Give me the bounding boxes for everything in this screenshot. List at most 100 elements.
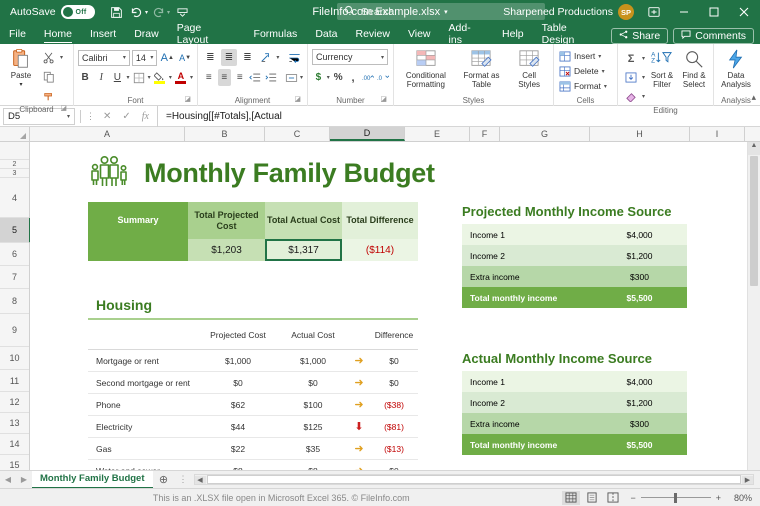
format-painter-icon[interactable]	[40, 87, 58, 104]
add-sheet-icon[interactable]: ⊕	[153, 473, 175, 486]
list-item[interactable]: Extra income $300	[462, 413, 687, 434]
tab-table-design[interactable]: Table Design	[533, 22, 612, 46]
borders-icon[interactable]	[131, 69, 145, 86]
avatar[interactable]: SP	[618, 4, 634, 20]
formula-bar-menu-icon[interactable]: ⋮	[86, 111, 95, 122]
table-row[interactable]: Phone $62 $100 ➜ ($38)	[88, 394, 418, 416]
row-header-3[interactable]: 3	[0, 169, 29, 178]
row-header-11[interactable]: 11	[0, 370, 29, 392]
sheet-next-icon[interactable]: ▶	[16, 475, 32, 484]
borders-chevron-down-icon[interactable]: ▾	[148, 74, 151, 81]
total-projected-value[interactable]: $1,203	[188, 239, 265, 261]
accounting-format-icon[interactable]: $	[312, 69, 325, 86]
scroll-left-icon[interactable]: ◀	[194, 475, 206, 484]
tab-help[interactable]: Help	[493, 24, 533, 44]
bold-button[interactable]: B	[78, 69, 92, 86]
ribbon-display-options-icon[interactable]	[640, 0, 668, 24]
zoom-slider[interactable]	[640, 492, 711, 503]
tab-review[interactable]: Review	[347, 24, 399, 44]
tab-view[interactable]: View	[399, 24, 440, 44]
increase-font-size-icon[interactable]: A ▲	[159, 49, 175, 66]
customize-quick-access-icon[interactable]	[173, 3, 193, 21]
minimize-button[interactable]	[670, 0, 698, 24]
delete-cells-button[interactable]: Delete ▾	[558, 65, 613, 77]
number-dialog-launcher-icon[interactable]: ◪	[380, 94, 387, 105]
close-button[interactable]	[730, 0, 758, 24]
summary-blank-cell[interactable]	[88, 239, 188, 261]
align-top-icon[interactable]: ≣	[202, 49, 219, 66]
copy-icon[interactable]	[40, 68, 58, 85]
table-row[interactable]: Mortgage or rent $1,000 $1,000 ➜ $0	[88, 350, 418, 372]
column-header-d[interactable]: D	[330, 127, 405, 141]
redo-icon[interactable]: ▾	[151, 3, 171, 21]
normal-view-icon[interactable]	[562, 490, 581, 505]
table-row[interactable]: Gas $22 $35 ➜ ($13)	[88, 438, 418, 460]
row-header-1[interactable]	[0, 142, 29, 160]
align-left-icon[interactable]: ≡	[202, 69, 216, 86]
clipboard-chevron-icon[interactable]: ▾	[60, 54, 63, 61]
align-right-icon[interactable]: ≡	[233, 69, 247, 86]
row-header-15[interactable]: 15	[0, 455, 29, 470]
clear-icon[interactable]	[622, 88, 640, 105]
find-select-button[interactable]: Find & Select	[679, 48, 709, 89]
align-center-icon[interactable]: ≡	[217, 69, 231, 86]
table-row[interactable]: Electricity $44 $125 ⬇ ($81)	[88, 416, 418, 438]
column-header-c[interactable]: C	[265, 127, 330, 141]
conditional-formatting-button[interactable]: Conditional Formatting	[400, 48, 452, 89]
row-header-4[interactable]: 4	[0, 178, 29, 218]
zoom-out-button[interactable]: −	[630, 493, 635, 503]
column-header-f[interactable]: F	[470, 127, 500, 141]
tab-home[interactable]: Home	[35, 24, 81, 44]
total-difference-value[interactable]: ($114)	[342, 239, 418, 261]
tab-insert[interactable]: Insert	[81, 24, 125, 44]
column-header-h[interactable]: H	[590, 127, 690, 141]
row-header-13[interactable]: 13	[0, 413, 29, 434]
page-layout-icon[interactable]	[583, 491, 601, 505]
row-header-6[interactable]: 6	[0, 243, 29, 266]
list-item[interactable]: Income 2 $1,200	[462, 245, 687, 266]
list-item[interactable]: Extra income $300	[462, 266, 687, 287]
zoom-in-button[interactable]: +	[716, 493, 721, 503]
fill-color-icon[interactable]	[153, 69, 167, 86]
collapse-ribbon-icon[interactable]: ▴	[751, 92, 756, 103]
autosave-toggle[interactable]: AutoSave Off	[10, 5, 95, 19]
row-header-8[interactable]: 8	[0, 289, 29, 314]
search-box[interactable]: Search	[337, 3, 545, 20]
font-color-chevron-down-icon[interactable]: ▾	[190, 74, 193, 81]
insert-cells-button[interactable]: Insert ▾	[558, 50, 613, 62]
sheet-tab-monthly-family-budget[interactable]: Monthly Family Budget	[32, 470, 153, 489]
page-break-preview-icon[interactable]	[604, 491, 622, 505]
row-header-12[interactable]: 12	[0, 392, 29, 413]
insert-function-icon[interactable]: fx	[142, 111, 149, 122]
merge-chevron-down-icon[interactable]: ▾	[300, 74, 303, 81]
percent-format-icon[interactable]: %	[332, 69, 345, 86]
list-item-total[interactable]: Total monthly income $5,500	[462, 287, 687, 308]
scroll-right-icon[interactable]: ▶	[742, 475, 753, 484]
format-cells-button[interactable]: Format ▾	[558, 80, 613, 92]
tab-add-ins[interactable]: Add-ins	[440, 22, 494, 46]
sheet-tab-menu-icon[interactable]: ⋮	[179, 474, 188, 485]
list-item-total[interactable]: Total monthly income $5,500	[462, 434, 687, 455]
align-bottom-icon[interactable]: ≣	[239, 49, 256, 66]
accounting-chevron-down-icon[interactable]: ▾	[327, 74, 330, 81]
data-analysis-button[interactable]: Data Analysis	[718, 48, 754, 89]
cut-scissors-icon[interactable]	[40, 49, 58, 66]
comma-format-icon[interactable]: ,	[347, 69, 360, 86]
selected-cell-d5[interactable]: $1,317	[265, 239, 342, 261]
horizontal-scroll-thumb[interactable]	[206, 475, 741, 484]
sheet-canvas[interactable]: Monthly Family Budget Summary Total Proj…	[30, 142, 760, 470]
zoom-level[interactable]: 80%	[726, 493, 752, 503]
cancel-icon[interactable]: ✕	[103, 111, 111, 122]
column-header-g[interactable]: G	[500, 127, 590, 141]
orientation-chevron-down-icon[interactable]: ▾	[276, 54, 279, 61]
wrap-text-icon[interactable]	[286, 49, 303, 66]
decrease-indent-icon[interactable]	[249, 69, 263, 86]
share-button[interactable]: Share	[611, 28, 669, 44]
select-all-corner[interactable]	[0, 127, 30, 141]
align-middle-icon[interactable]: ≣	[220, 49, 238, 66]
autosum-icon[interactable]: Σ	[622, 50, 640, 67]
clipboard-dialog-launcher-icon[interactable]: ◪	[60, 103, 67, 114]
list-item[interactable]: Income 2 $1,200	[462, 392, 687, 413]
number-format-select[interactable]: Currency ▾	[312, 49, 388, 65]
row-header-5[interactable]: 5	[0, 218, 31, 243]
